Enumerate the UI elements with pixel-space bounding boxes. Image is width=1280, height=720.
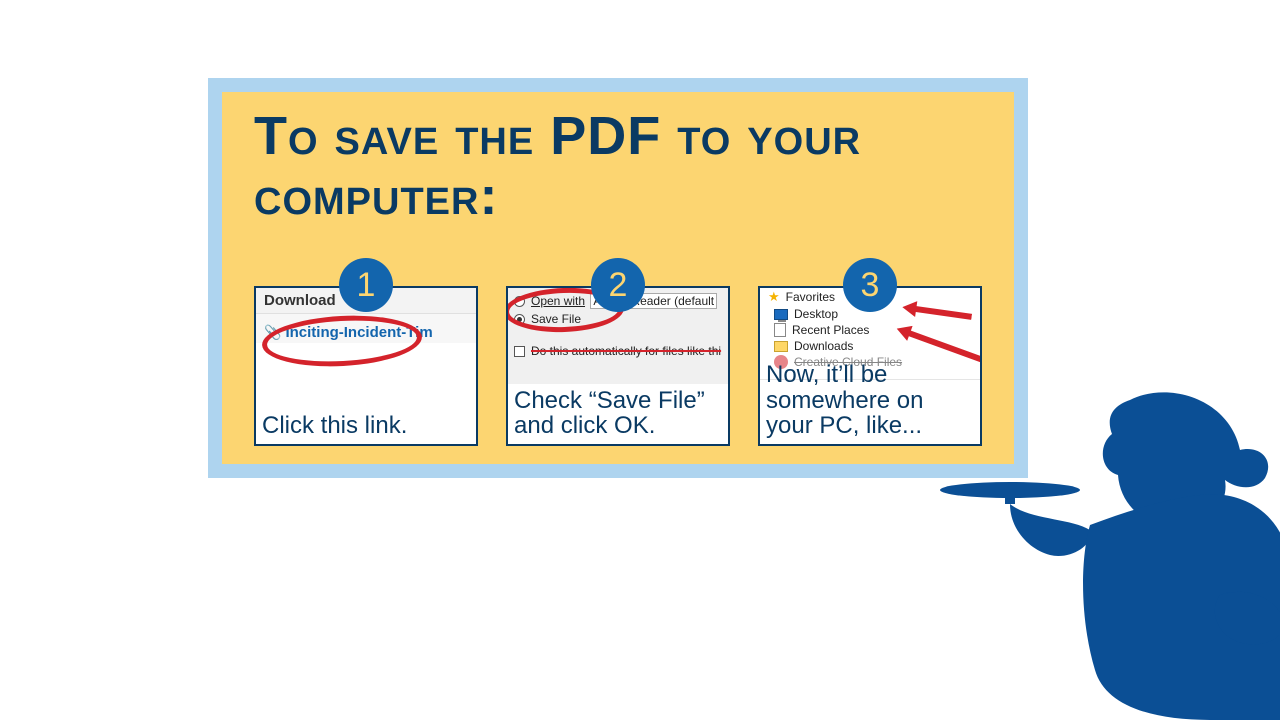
downloads-label: Downloads (794, 339, 853, 353)
step-1-badge: 1 (339, 258, 393, 312)
auto-row: Do this automatically for files like thi (514, 342, 722, 360)
step-3-caption: Now, it’ll be somewhere on your PC, like… (766, 362, 974, 438)
save-file-row: Save File (514, 310, 722, 328)
step-3-badge: 3 (843, 258, 897, 312)
recent-places-icon (774, 323, 786, 337)
stage: To save the PDF to your computer: 1 Down… (0, 0, 1280, 720)
star-icon: ★ (768, 289, 780, 305)
paperclip-icon: 📎 (264, 324, 281, 341)
step-1-link-row: 📎 Inciting-Incident-Tim (256, 314, 476, 343)
desktop-label: Desktop (794, 307, 838, 321)
radio-save-file[interactable] (514, 314, 525, 325)
desktop-icon (774, 309, 788, 320)
step-2-badge: 2 (591, 258, 645, 312)
inner-panel: To save the PDF to your computer: 1 Down… (222, 92, 1014, 464)
favorites-label: Favorites (786, 290, 835, 304)
step-2: 2 Open with Adobe Reader (default (506, 286, 730, 446)
page-title: To save the PDF to your computer: (254, 106, 982, 227)
downloads-folder-icon (774, 341, 788, 352)
step-3: 3 ★ Favorites Desktop (758, 286, 982, 446)
downloads-row[interactable]: Downloads (760, 338, 980, 354)
auto-label: Do this automatically for files like thi (531, 344, 721, 358)
step-2-caption: Check “Save File” and click OK. (514, 388, 722, 438)
step-1-caption: Click this link. (262, 413, 470, 438)
steps-row: 1 Download 📎 Inciting-Incident-Tim Click… (254, 286, 982, 446)
outer-frame: To save the PDF to your computer: 1 Down… (208, 78, 1028, 478)
radio-open-with[interactable] (514, 296, 525, 307)
checkbox-auto[interactable] (514, 346, 525, 357)
step-1-link[interactable]: Inciting-Incident-Tim (285, 324, 432, 341)
open-with-text: Open with (531, 294, 585, 308)
save-file-label: Save File (531, 312, 581, 326)
recent-label: Recent Places (792, 323, 869, 337)
recent-row[interactable]: Recent Places (760, 322, 980, 338)
step-1: 1 Download 📎 Inciting-Incident-Tim Click… (254, 286, 478, 446)
